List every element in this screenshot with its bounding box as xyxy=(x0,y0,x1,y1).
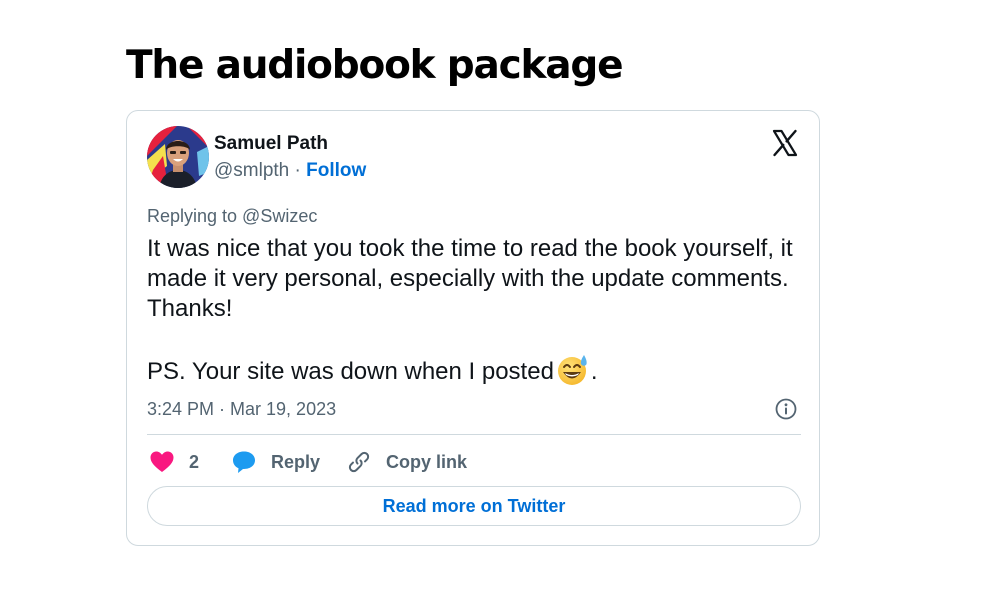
speech-bubble-icon xyxy=(233,451,255,473)
heart-icon xyxy=(150,451,174,472)
author-name[interactable]: Samuel Path xyxy=(214,132,328,156)
copy-link-label: Copy link xyxy=(386,451,468,472)
like-count: 2 xyxy=(189,451,200,472)
sweat-smile-emoji-icon xyxy=(557,354,589,386)
reply-label: Reply xyxy=(271,451,321,472)
link-icon xyxy=(348,451,370,473)
x-logo-icon[interactable] xyxy=(771,129,799,157)
author-handle[interactable]: @smlpth xyxy=(214,160,289,181)
read-more-button[interactable]: Read more on Twitter xyxy=(147,486,801,526)
handle-separator: · xyxy=(289,160,307,181)
avatar[interactable] xyxy=(147,126,209,188)
copy-link-button[interactable]: Copy link xyxy=(346,448,467,476)
author-handle-row: @smlpth · Follow xyxy=(214,159,366,183)
divider xyxy=(147,434,801,435)
info-icon[interactable] xyxy=(775,398,797,420)
read-more-label: Read more on Twitter xyxy=(382,495,566,516)
embedded-tweet-card: Samuel Path @smlpth · Follow Replying to… xyxy=(126,110,820,546)
tweet-text: It was nice that you took the time to re… xyxy=(147,234,807,387)
tweet-timestamp[interactable]: 3:24 PM · Mar 19, 2023 xyxy=(147,397,336,421)
follow-link[interactable]: Follow xyxy=(306,160,366,181)
reply-button[interactable]: Reply xyxy=(231,448,320,476)
reply-context[interactable]: Replying to @Swizec xyxy=(147,204,317,228)
page-title: The audiobook package xyxy=(126,43,624,88)
tweet-paragraph-2-end: . xyxy=(590,358,598,385)
tweet-paragraph-2: PS. Your site was down when I posted . xyxy=(147,354,807,387)
like-button[interactable]: 2 xyxy=(149,448,199,476)
tweet-paragraph-1: It was nice that you took the time to re… xyxy=(147,235,793,322)
tweet-paragraph-2-text: PS. Your site was down when I posted xyxy=(147,358,554,385)
